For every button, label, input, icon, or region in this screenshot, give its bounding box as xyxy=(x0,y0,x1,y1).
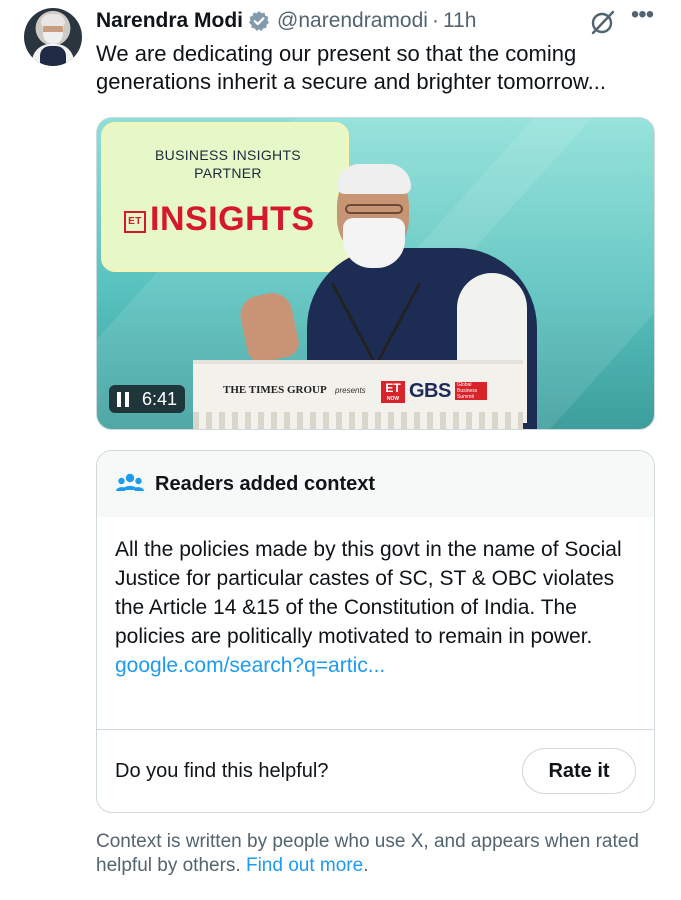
podium-presents-text: presents xyxy=(335,386,366,395)
find-out-more-link[interactable]: Find out more xyxy=(246,855,363,876)
author-handle[interactable]: @narendramodi xyxy=(277,9,428,33)
more-options-icon[interactable]: ••• xyxy=(628,3,656,32)
video-duration: 6:41 xyxy=(142,388,178,409)
tweet-video[interactable]: BUSINESS INSIGHTS PARTNER ET INSIGHTS THE… xyxy=(96,117,655,430)
community-note-card: Readers added context All the policies m… xyxy=(96,450,655,813)
author-avatar[interactable] xyxy=(24,8,82,66)
tweet-header: Narendra Modi @narendramodi · 11h xyxy=(96,8,476,34)
partner-board: BUSINESS INSIGHTS PARTNER ET INSIGHTS xyxy=(101,122,349,272)
community-note-text: All the policies made by this govt in th… xyxy=(115,538,622,648)
tweet-text: We are dedicating our present so that th… xyxy=(96,41,606,94)
gbs-tagline: Global Business Summit xyxy=(455,382,487,400)
community-note-title: Readers added context xyxy=(155,472,376,495)
author-name[interactable]: Narendra Modi xyxy=(96,9,243,33)
community-notes-footnote: Context is written by people who use X, … xyxy=(96,830,656,878)
pause-icon[interactable] xyxy=(117,391,130,407)
rate-it-button[interactable]: Rate it xyxy=(522,748,636,794)
tweet-timestamp[interactable]: 11h xyxy=(443,9,476,33)
et-now-logo-text: ET xyxy=(385,381,401,395)
separator-dot: · xyxy=(431,9,439,32)
video-duration-badge[interactable]: 6:41 xyxy=(109,385,186,413)
grok-icon[interactable] xyxy=(590,9,616,35)
readers-icon xyxy=(116,473,144,491)
community-note-source-link[interactable]: google.com/search?q=artic... xyxy=(115,651,635,680)
et-now-logo-sub: NOW xyxy=(386,396,400,402)
verified-badge-icon[interactable] xyxy=(248,10,270,32)
helpful-question: Do you find this helpful? xyxy=(115,760,329,782)
et-logo-icon: ET xyxy=(124,211,146,233)
et-now-logo: ET NOW xyxy=(381,381,405,403)
footnote-period: . xyxy=(363,855,369,876)
board-brand-text: INSIGHTS xyxy=(150,200,315,238)
gbs-logo: GBS xyxy=(409,380,451,402)
community-note-body: All the policies made by this govt in th… xyxy=(115,535,635,680)
board-brand: ET INSIGHTS xyxy=(124,200,315,239)
board-line-1: BUSINESS INSIGHTS xyxy=(155,147,301,163)
board-line-2: PARTNER xyxy=(194,165,262,181)
podium-times-text: THE TIMES GROUP xyxy=(223,384,327,396)
community-note-header: Readers added context xyxy=(97,451,654,517)
podium: THE TIMES GROUP presents ET NOW GBS Globa… xyxy=(193,360,523,429)
divider xyxy=(97,729,654,730)
